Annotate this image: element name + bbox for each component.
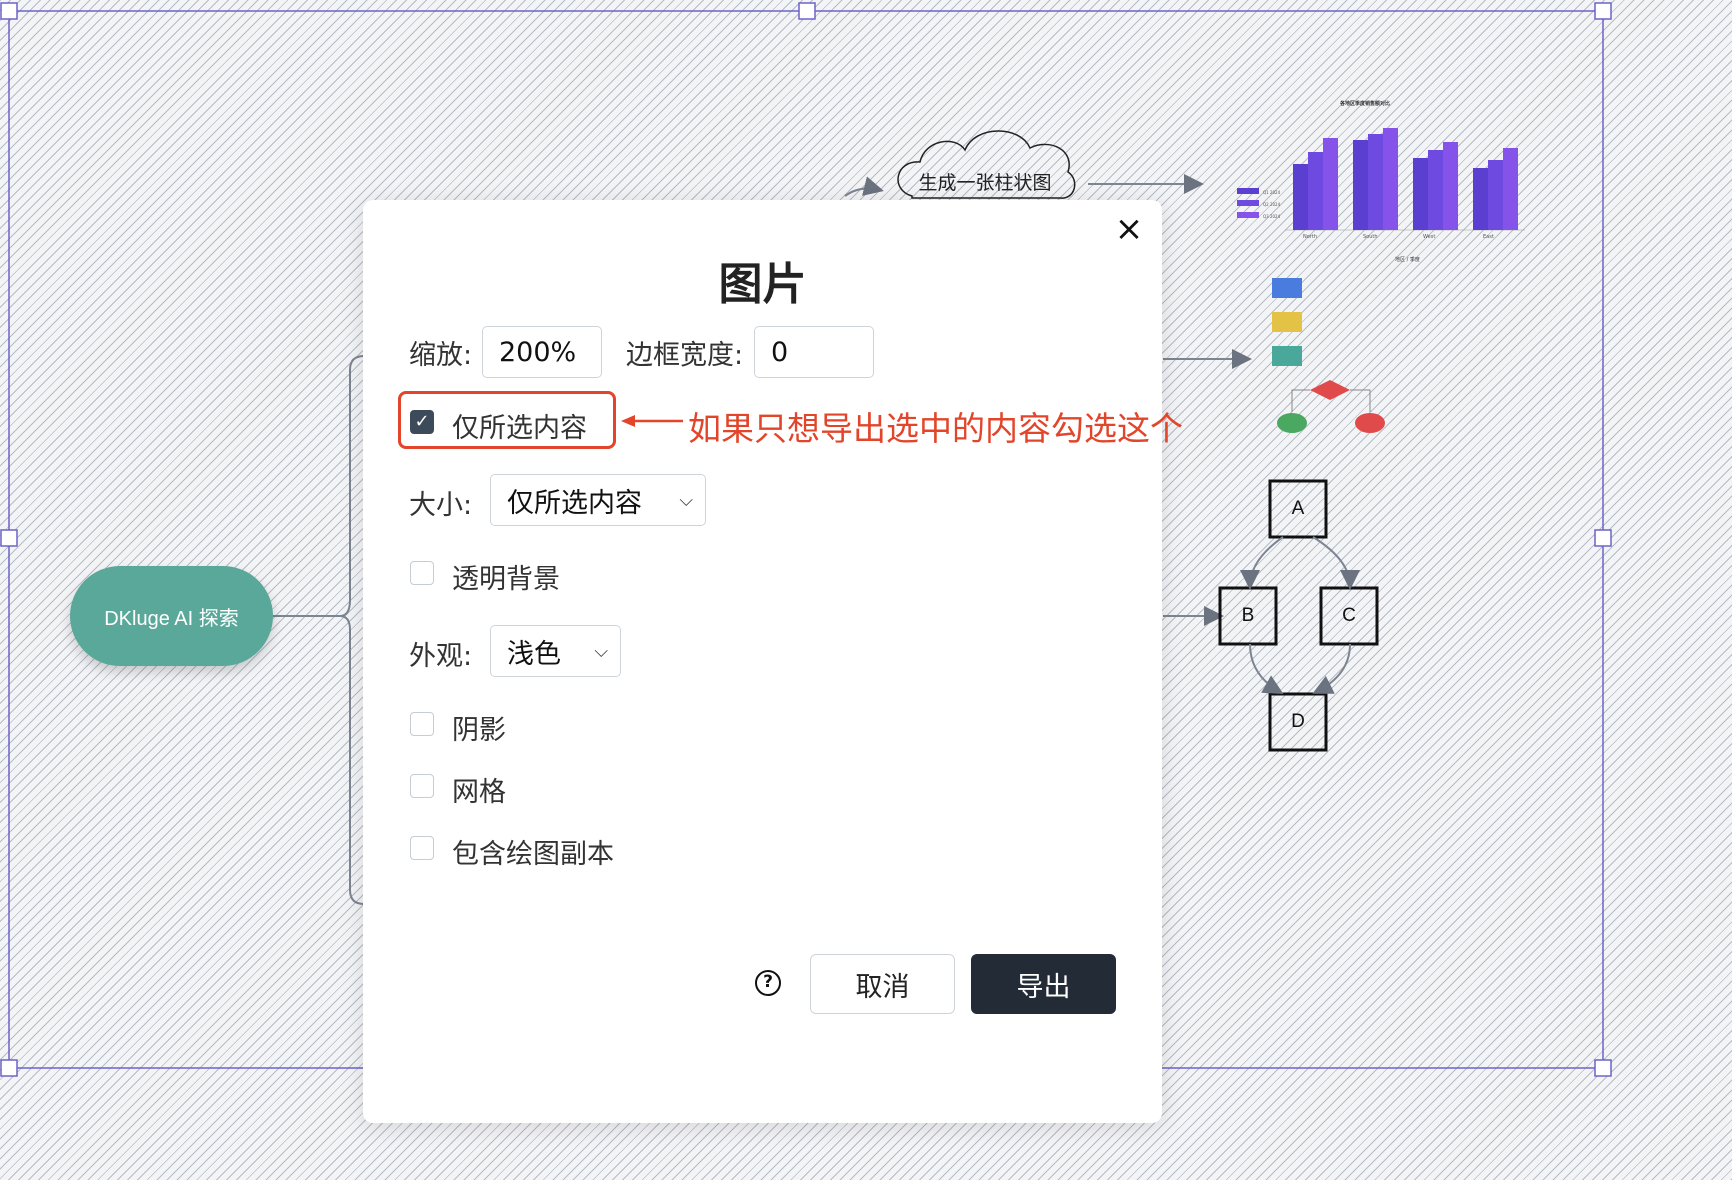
zoom-input[interactable]: 200% <box>482 326 602 378</box>
grid-label: 网格 <box>452 777 506 808</box>
chevron-down-icon: ⌵ <box>594 640 608 662</box>
mini-chart-category-label: West <box>1423 234 1435 240</box>
mini-chart-category-label: East <box>1483 234 1494 240</box>
zoom-label: 缩放: <box>409 340 473 371</box>
border-width-label: 边框宽度: <box>626 340 744 371</box>
border-width-input[interactable]: 0 <box>754 326 874 378</box>
cancel-button[interactable]: 取消 <box>810 954 955 1014</box>
mini-chart-legend-swatch <box>1237 212 1259 218</box>
annotation-text: 如果只想导出选中的内容勾选这个 <box>688 409 1183 448</box>
include-copy-checkbox[interactable] <box>410 836 434 860</box>
close-icon[interactable]: × <box>1113 212 1145 246</box>
include-copy-label: 包含绘图副本 <box>452 839 614 870</box>
root-node[interactable]: DKluge AI 探索 <box>70 566 273 666</box>
mini-chart-bar <box>1503 148 1518 230</box>
mini-chart-xlabel: 地区 / 季度 <box>1395 257 1420 263</box>
mini-bar-chart: North South West East Q1 2024 Q2 2024 Q3 2024 <box>1237 128 1525 240</box>
selection-only-checkbox[interactable]: ✓ <box>410 410 434 434</box>
size-label: 大小: <box>409 490 473 521</box>
mini-chart-bar <box>1293 164 1308 230</box>
mini-chart-bar <box>1428 150 1443 230</box>
size-select-value: 仅所选内容 <box>507 487 642 519</box>
flow-box-b[interactable]: B <box>1220 588 1276 644</box>
mini-chart-legend-label: Q3 2024 <box>1263 214 1281 219</box>
mini-chart-bar <box>1473 168 1488 230</box>
mini-chart-bar <box>1323 138 1338 230</box>
mini-chart-legend-swatch <box>1237 188 1259 194</box>
grid-checkbox[interactable] <box>410 774 434 798</box>
appearance-label: 外观: <box>409 641 473 672</box>
mini-chart-category-label: North <box>1303 234 1317 240</box>
mini-chart-bar <box>1368 134 1383 230</box>
mini-chart-legend-label: Q1 2024 <box>1263 190 1281 195</box>
mini-chart-bar <box>1353 140 1368 230</box>
shadow-checkbox[interactable] <box>410 712 434 736</box>
chevron-down-icon: ⌵ <box>679 489 693 511</box>
mini-chart-legend-swatch <box>1237 200 1259 206</box>
mini-flowchart <box>1272 278 1385 433</box>
shadow-label: 阴影 <box>452 715 506 746</box>
mini-chart-bar <box>1308 152 1323 230</box>
mini-chart-legend-label: Q2 2024 <box>1263 202 1281 207</box>
export-image-dialog: × 图片 缩放: 200% 边框宽度: 0 ✓ 仅所选内容 如果只想导出选中的内… <box>363 200 1183 1123</box>
cloud-node-label[interactable]: 生成一张柱状图 <box>905 168 1065 195</box>
mini-chart-title: 各地区季度销售额对比 <box>1340 101 1391 107</box>
appearance-select[interactable]: 浅色 ⌵ <box>490 625 621 677</box>
flow-box-c[interactable]: C <box>1321 588 1377 644</box>
selection-only-label: 仅所选内容 <box>452 413 587 444</box>
annotation-arrow <box>621 415 683 427</box>
transparent-background-checkbox[interactable] <box>410 561 434 585</box>
appearance-select-value: 浅色 <box>507 638 561 670</box>
dialog-title: 图片 <box>718 259 807 310</box>
mini-chart-bar <box>1488 160 1503 230</box>
mini-chart-bar <box>1413 158 1428 230</box>
transparent-background-label: 透明背景 <box>452 564 560 595</box>
flow-box-d[interactable]: D <box>1270 694 1326 750</box>
mini-chart-bar <box>1443 142 1458 230</box>
flow-box-a[interactable]: A <box>1270 481 1326 537</box>
export-button[interactable]: 导出 <box>971 954 1116 1014</box>
mini-chart-bar <box>1383 128 1398 230</box>
size-select[interactable]: 仅所选内容 ⌵ <box>490 474 706 526</box>
help-icon[interactable]: ? <box>755 970 781 996</box>
mini-chart-category-label: South <box>1363 234 1378 240</box>
root-node-label: DKluge AI 探索 <box>104 607 239 630</box>
